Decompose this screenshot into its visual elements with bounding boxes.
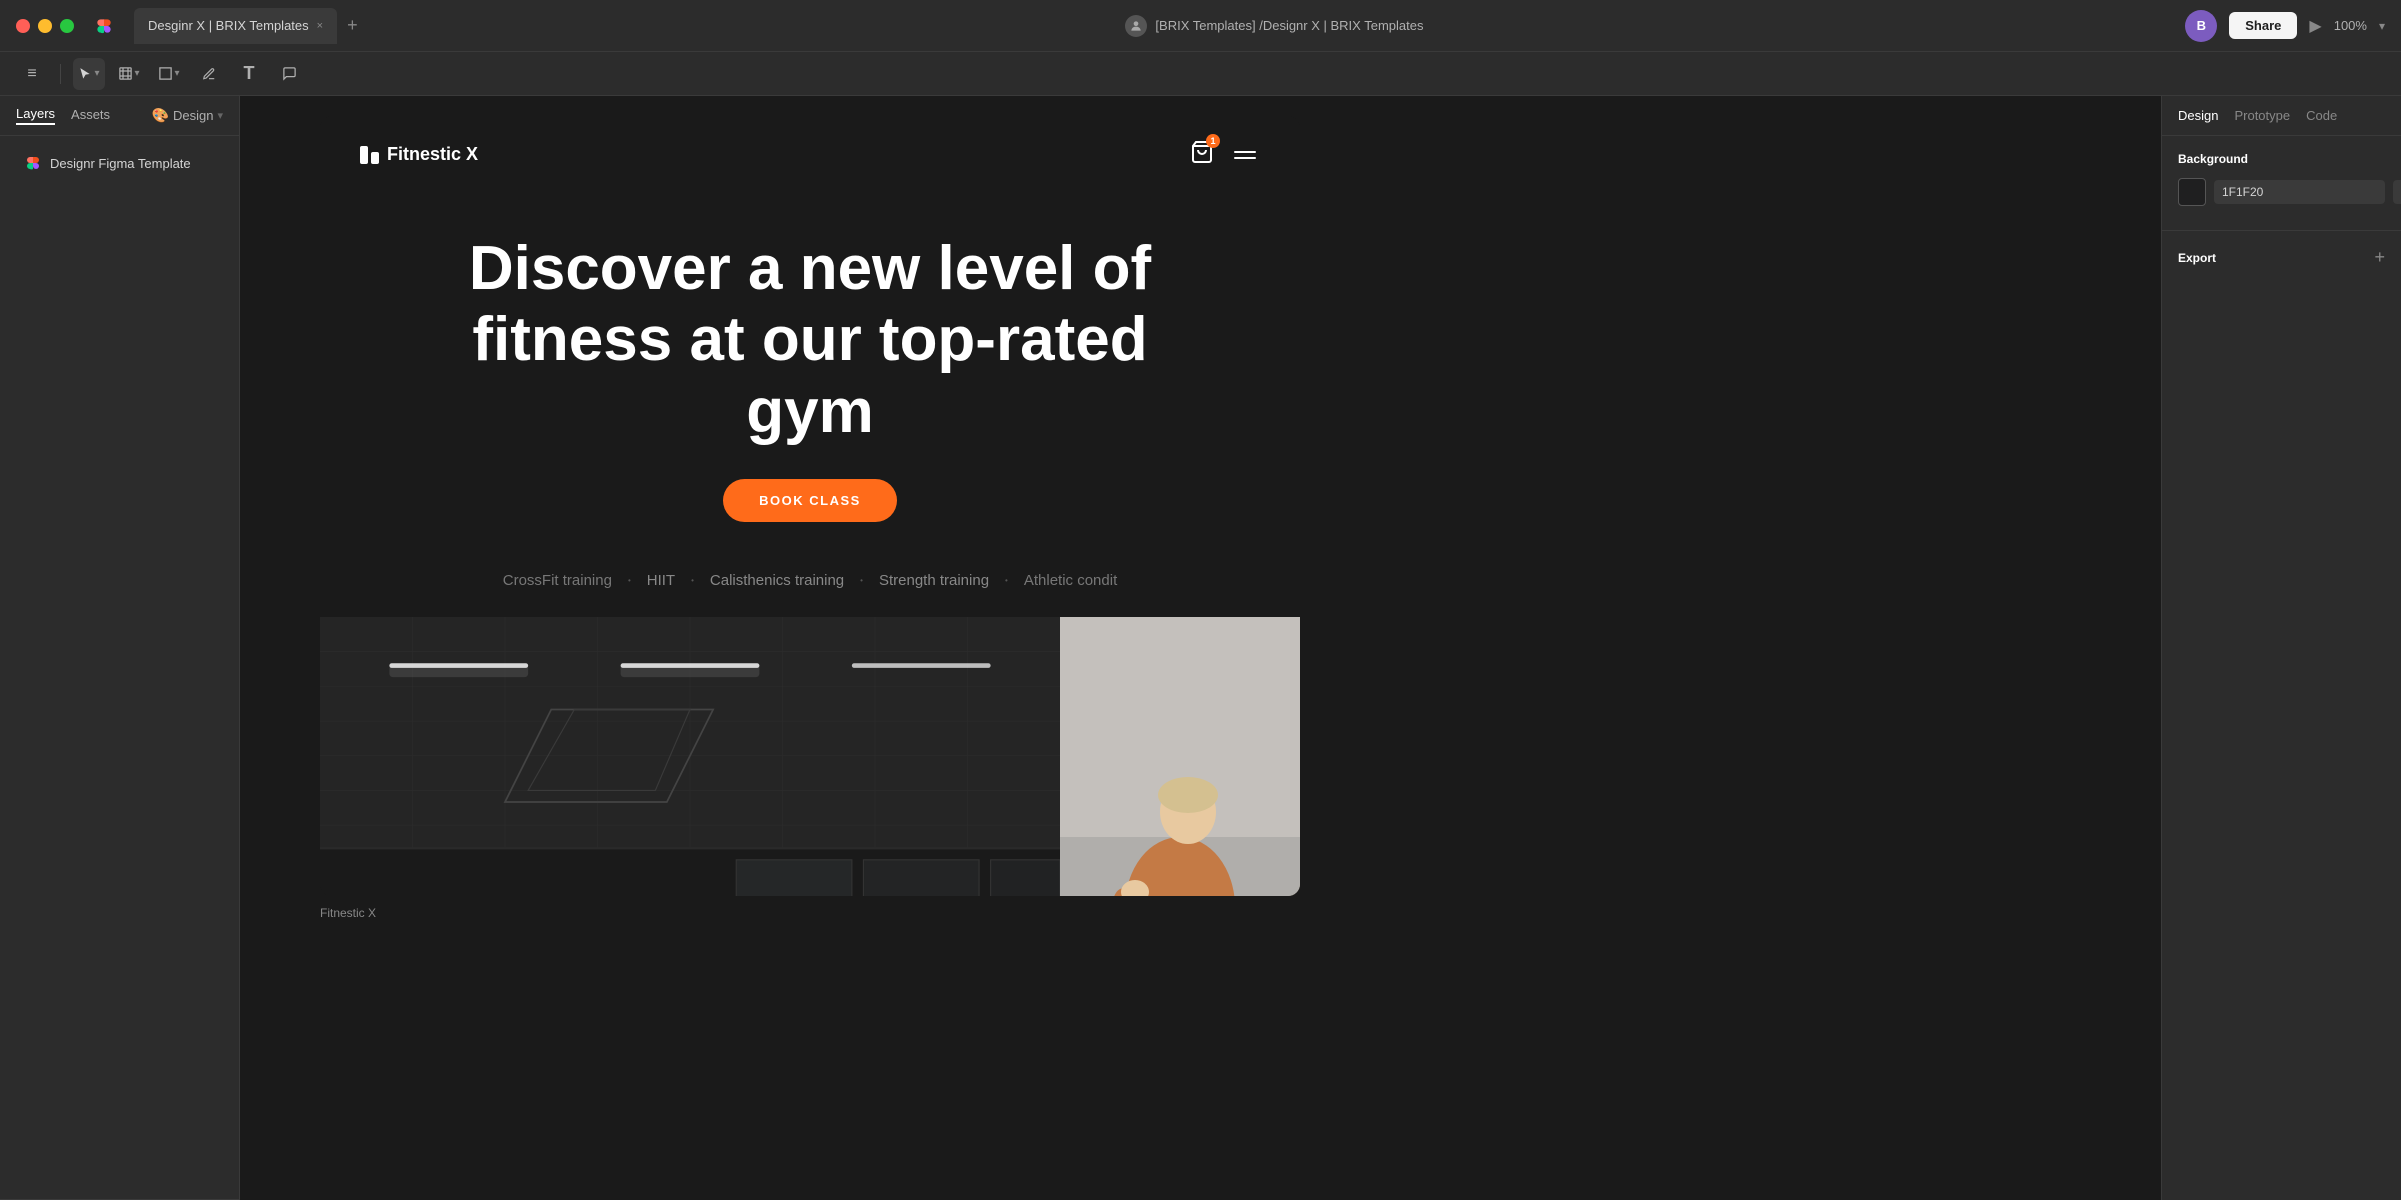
ham-line-2	[1234, 157, 1256, 159]
fitness-website-design: Fitnestic X 1	[320, 116, 1300, 896]
toolbar: ≡ ▾ ▾ ▾ T	[0, 52, 2401, 96]
comment-tool-button[interactable]	[273, 58, 305, 90]
fitness-logo: Fitnestic X	[360, 144, 478, 165]
fitness-nav: Fitnestic X 1	[320, 116, 1300, 193]
share-button[interactable]: Share	[2229, 12, 2297, 39]
fitness-hero: Discover a new level of fitness at our t…	[320, 193, 1300, 552]
background-color-swatch[interactable]	[2178, 178, 2206, 206]
images-row	[320, 617, 1300, 896]
layer-name: Designr Figma Template	[50, 156, 191, 171]
panel-tab-bar: Layers Assets 🎨 Design ▾	[0, 96, 239, 136]
cart-badge: 1	[1206, 134, 1220, 148]
tag-dot-2: •	[691, 576, 694, 585]
ham-line-1	[1234, 151, 1256, 153]
fitness-nav-right: 1	[1190, 140, 1260, 169]
export-add-button[interactable]: +	[2374, 247, 2385, 268]
book-class-button[interactable]: BOOK CLASS	[723, 479, 897, 522]
person-image	[1060, 617, 1300, 896]
title-right-controls: B Share ▶ 100% ▾	[2185, 10, 2385, 42]
canvas-area[interactable]: Fitnestic X 1	[240, 96, 2161, 1200]
training-tags-row: CrossFit training • HIIT • Calisthenics …	[320, 552, 1300, 609]
toolbar-separator-1	[60, 64, 61, 84]
frame-tool-button[interactable]: ▾	[113, 58, 145, 90]
pen-tool-button[interactable]	[193, 58, 225, 90]
hamburger-menu-icon[interactable]	[1230, 147, 1260, 163]
tag-calisthenics: Calisthenics training	[710, 572, 844, 589]
text-tool-button[interactable]: T	[233, 58, 265, 90]
hero-title: Discover a new level of fitness at our t…	[460, 233, 1160, 447]
tab-close-icon[interactable]: ×	[317, 20, 323, 32]
close-button[interactable]	[16, 19, 30, 33]
layers-content: Designr Figma Template	[0, 136, 239, 190]
tab-title: Desginr X | BRIX Templates	[148, 18, 309, 33]
zoom-level[interactable]: 100%	[2334, 18, 2367, 33]
tag-hiit: HIIT	[647, 572, 675, 589]
person-svg	[1060, 617, 1300, 896]
user-avatar-icon	[1125, 15, 1147, 37]
tag-dot-4: •	[1005, 576, 1008, 585]
breadcrumb-text: [BRIX Templates] /Designr X | BRIX Templ…	[1155, 18, 1423, 33]
gym-interior-svg	[320, 617, 1060, 896]
minimize-button[interactable]	[38, 19, 52, 33]
tag-dot-3: •	[860, 576, 863, 585]
figma-file-icon	[24, 154, 42, 172]
gym-image	[320, 617, 1060, 896]
tag-athletic: Athletic condit	[1024, 572, 1117, 589]
export-section-title: Export	[2178, 251, 2216, 265]
layers-tab[interactable]: Layers	[16, 106, 55, 125]
menu-button[interactable]: ≡	[16, 58, 48, 90]
tag-strength: Strength training	[879, 572, 989, 589]
background-opacity-input[interactable]	[2393, 180, 2401, 204]
logo-stripe-1	[360, 146, 368, 164]
design-frame: Fitnestic X 1	[320, 116, 1300, 896]
title-bar: Desginr X | BRIX Templates × + [BRIX Tem…	[0, 0, 2401, 52]
layer-item[interactable]: Designr Figma Template	[16, 148, 223, 178]
left-panel: Layers Assets 🎨 Design ▾ Designr Figma T…	[0, 96, 240, 1200]
new-tab-button[interactable]: +	[341, 15, 364, 36]
play-button[interactable]: ▶	[2309, 16, 2321, 36]
tab-area: Desginr X | BRIX Templates × +	[134, 8, 364, 44]
user-avatar: B	[2185, 10, 2217, 42]
zoom-chevron-icon[interactable]: ▾	[2379, 19, 2385, 33]
window-controls	[16, 19, 74, 33]
tag-dot-1: •	[628, 576, 631, 585]
right-panel: Design Prototype Code Background Expo	[2161, 96, 2401, 1200]
logo-text: Fitnestic X	[387, 144, 478, 165]
prototype-tab[interactable]: Prototype	[2234, 108, 2290, 123]
frame-label: Fitnestic X	[320, 906, 376, 920]
assets-tab[interactable]: Assets	[71, 107, 110, 124]
design-chip[interactable]: 🎨 Design ▾	[152, 107, 223, 124]
cart-icon[interactable]: 1	[1190, 140, 1214, 169]
background-color-row	[2178, 178, 2385, 206]
background-section-title: Background	[2178, 152, 2385, 166]
code-tab[interactable]: Code	[2306, 108, 2337, 123]
select-tool-button[interactable]: ▾	[73, 58, 105, 90]
fullscreen-button[interactable]	[60, 19, 74, 33]
background-section: Background	[2162, 136, 2401, 230]
design-tab[interactable]: Design	[2178, 108, 2218, 123]
logo-icon	[360, 146, 379, 164]
tag-crossfit: CrossFit training	[503, 572, 612, 589]
background-hex-input[interactable]	[2214, 180, 2385, 204]
title-breadcrumb: [BRIX Templates] /Designr X | BRIX Templ…	[376, 15, 2174, 37]
export-section: Export +	[2162, 230, 2401, 284]
active-tab[interactable]: Desginr X | BRIX Templates ×	[134, 8, 337, 44]
main-layout: Layers Assets 🎨 Design ▾ Designr Figma T…	[0, 96, 2401, 1200]
figma-logo-icon	[94, 16, 114, 36]
shape-tool-button[interactable]: ▾	[153, 58, 185, 90]
logo-stripe-2	[371, 152, 379, 164]
right-panel-tab-bar: Design Prototype Code	[2162, 96, 2401, 136]
